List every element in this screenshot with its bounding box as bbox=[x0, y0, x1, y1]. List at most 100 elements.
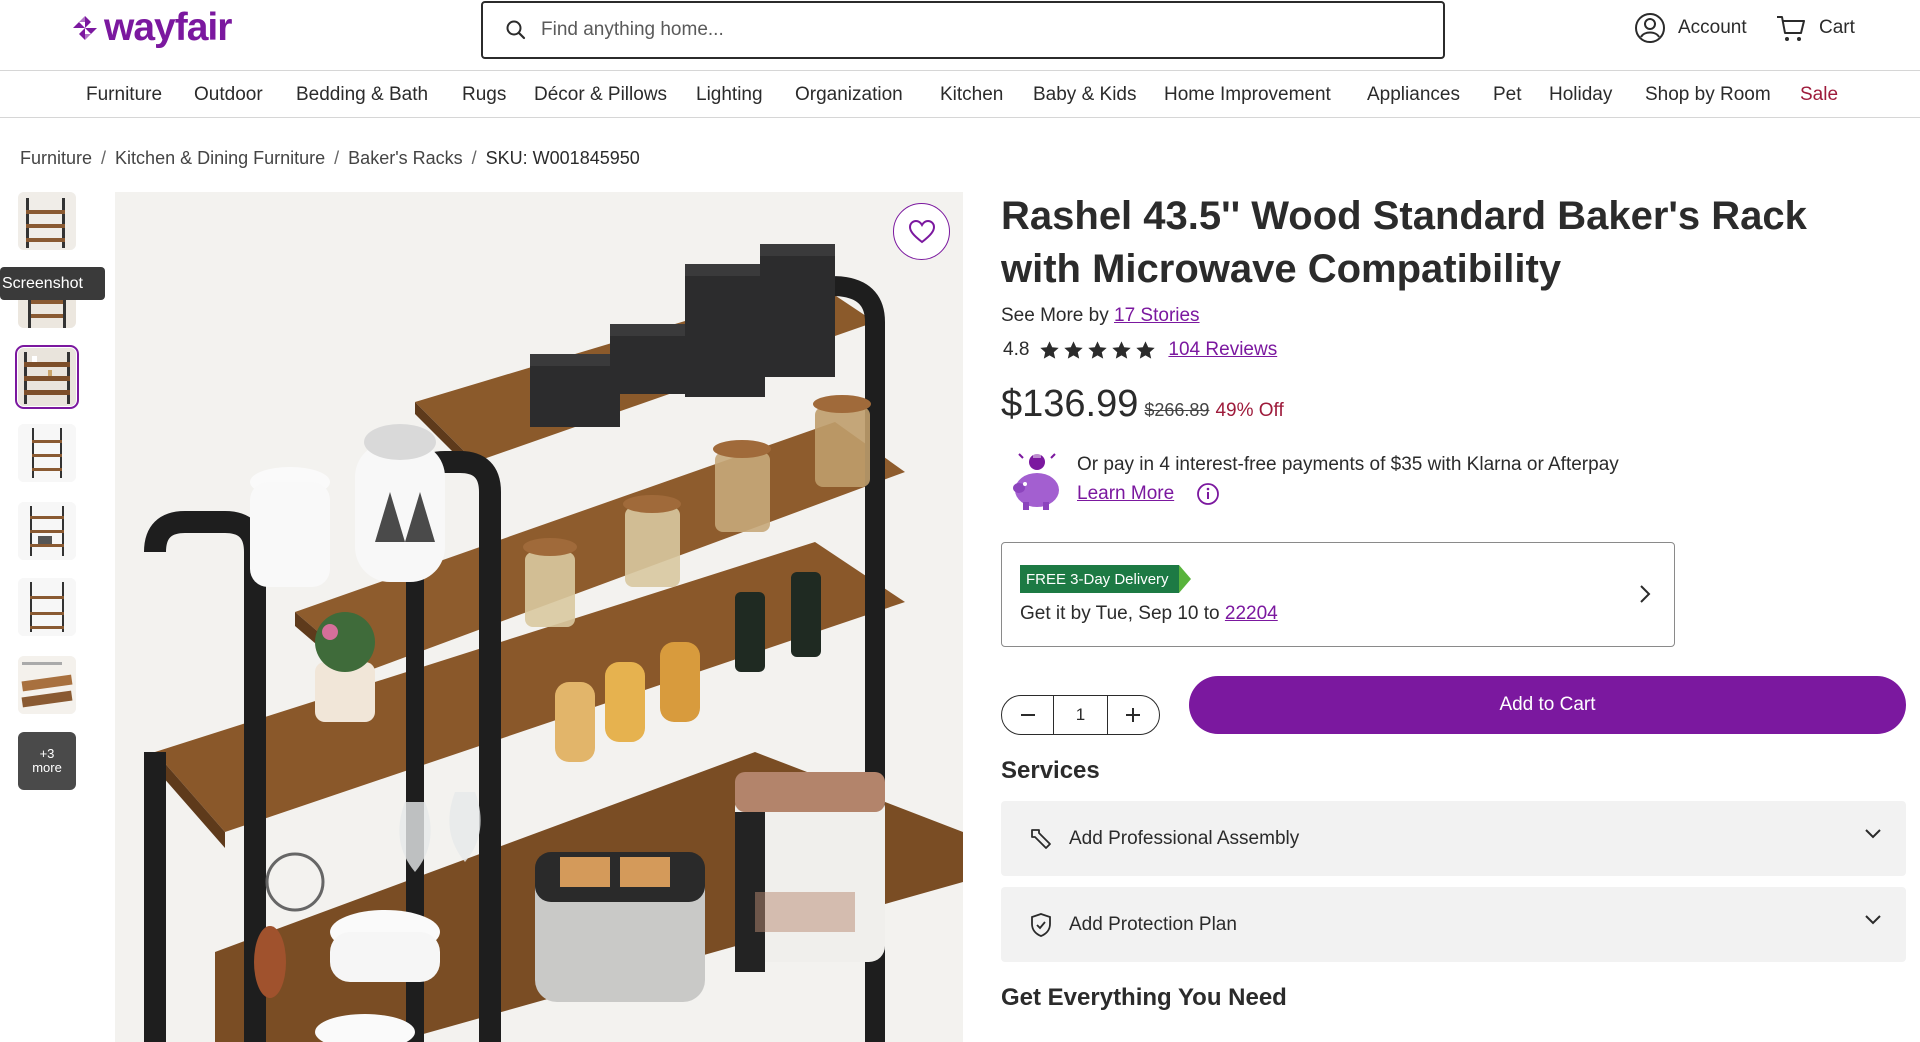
see-more-by: See More by 17 Stories bbox=[1001, 305, 1200, 327]
info-icon[interactable] bbox=[1196, 482, 1220, 506]
rack-thumbnail-image bbox=[18, 348, 76, 406]
breadcrumb-separator: / bbox=[101, 148, 107, 168]
zip-code-link[interactable]: 22204 bbox=[1225, 603, 1278, 624]
quantity-value[interactable]: 1 bbox=[1053, 696, 1108, 734]
rack-thumbnail-image bbox=[18, 192, 76, 250]
breadcrumb-bakers-racks[interactable]: Baker's Racks bbox=[348, 148, 462, 168]
gallery-thumbnail[interactable] bbox=[18, 502, 76, 560]
breadcrumb-sku: SKU: W001845950 bbox=[485, 148, 640, 168]
search-bar[interactable] bbox=[481, 1, 1445, 59]
services-heading: Services bbox=[1001, 757, 1100, 784]
add-to-cart-button[interactable]: Add to Cart bbox=[1189, 676, 1906, 734]
star-icon bbox=[1088, 340, 1108, 359]
nav-item-outdoor[interactable]: Outdoor bbox=[194, 84, 263, 106]
gallery-thumbnail[interactable] bbox=[18, 192, 76, 250]
minus-icon bbox=[1020, 714, 1035, 716]
breadcrumb: Furniture / Kitchen & Dining Furniture / Bak… bbox=[20, 148, 640, 169]
professional-assembly-option[interactable]: Add Professional Assembly bbox=[1001, 801, 1906, 876]
nav-item-appliances[interactable]: Appliances bbox=[1367, 84, 1460, 106]
price-row: $136.99 $266.89 49% Off bbox=[1001, 383, 1284, 426]
rating-value: 4.8 bbox=[1003, 339, 1030, 360]
logo-text: wayfair bbox=[104, 6, 232, 49]
delivery-date-text: Get it by Tue, Sep 10 to bbox=[1020, 603, 1220, 624]
cart-label: Cart bbox=[1819, 17, 1855, 38]
chevron-right-icon bbox=[1640, 585, 1651, 603]
delivery-box[interactable]: FREE 3-Day Delivery Get it by Tue, Sep 1… bbox=[1001, 542, 1675, 647]
rack-thumbnail-image bbox=[18, 424, 76, 482]
piggy-bank-icon bbox=[1013, 452, 1059, 510]
account-icon bbox=[1635, 13, 1665, 43]
nav-item-decor-pillows[interactable]: Décor & Pillows bbox=[534, 84, 667, 106]
star-rating bbox=[1039, 340, 1156, 361]
material-thumbnail-image bbox=[18, 656, 76, 714]
nav-item-pet[interactable]: Pet bbox=[1493, 84, 1522, 106]
decrease-quantity-button[interactable] bbox=[1002, 696, 1053, 734]
gallery-more-thumbnail[interactable]: +3 more bbox=[18, 732, 76, 790]
protection-plan-label: Add Protection Plan bbox=[1069, 913, 1237, 935]
star-icon bbox=[1040, 340, 1060, 359]
star-icon bbox=[1136, 340, 1156, 359]
plus-icon bbox=[1126, 708, 1141, 722]
heart-icon bbox=[908, 219, 935, 243]
nav-item-baby-kids[interactable]: Baby & Kids bbox=[1033, 84, 1137, 106]
nav-item-home-improvement[interactable]: Home Improvement bbox=[1164, 84, 1331, 106]
gallery-thumbnail-selected[interactable] bbox=[15, 345, 79, 409]
learn-more-link[interactable]: Learn More bbox=[1077, 479, 1174, 508]
sale-price: $136.99 bbox=[1001, 383, 1139, 425]
bakers-rack-photo bbox=[115, 192, 963, 1042]
gallery-thumbnail[interactable] bbox=[18, 578, 76, 636]
search-icon bbox=[506, 20, 526, 40]
delivery-estimate: Get it by Tue, Sep 10 to 22204 bbox=[1020, 603, 1278, 625]
product-title: Rashel 43.5'' Wood Standard Baker's Rack… bbox=[1001, 194, 1807, 291]
cart-icon bbox=[1777, 16, 1805, 41]
nav-item-bedding-bath[interactable]: Bedding & Bath bbox=[296, 84, 428, 106]
klarna-promo: Or pay in 4 interest-free payments of $3… bbox=[1011, 450, 1619, 512]
rating-row: 4.8 104 Reviews bbox=[1003, 339, 1277, 361]
rack-thumbnail-image bbox=[18, 578, 76, 636]
wrench-icon bbox=[1027, 825, 1055, 853]
assembly-label: Add Professional Assembly bbox=[1069, 827, 1300, 849]
breadcrumb-furniture[interactable]: Furniture bbox=[20, 148, 92, 168]
chevron-down-icon bbox=[1865, 829, 1881, 839]
logo-pinwheel-icon bbox=[70, 13, 100, 43]
breadcrumb-separator: / bbox=[334, 148, 340, 168]
nav-item-shop-by-room[interactable]: Shop by Room bbox=[1645, 84, 1771, 106]
breadcrumb-kitchen-dining[interactable]: Kitchen & Dining Furniture bbox=[115, 148, 325, 168]
nav-item-rugs[interactable]: Rugs bbox=[462, 84, 506, 106]
nav-item-sale[interactable]: Sale bbox=[1800, 84, 1838, 106]
account-button[interactable]: Account bbox=[1634, 12, 1747, 44]
gallery-thumbnail[interactable] bbox=[18, 424, 76, 482]
see-more-prefix: See More by bbox=[1001, 305, 1109, 326]
reviews-link[interactable]: 104 Reviews bbox=[1168, 339, 1277, 361]
site-header: wayfair Account Cart bbox=[0, 0, 1920, 71]
increase-quantity-button[interactable] bbox=[1108, 696, 1159, 734]
account-label: Account bbox=[1678, 17, 1747, 38]
get-everything-heading: Get Everything You Need bbox=[1001, 984, 1287, 1011]
wayfair-logo[interactable]: wayfair bbox=[70, 6, 232, 50]
screenshot-tooltip: Screenshot bbox=[0, 267, 105, 300]
more-count: +3 bbox=[39, 746, 55, 761]
rack-thumbnail-image bbox=[18, 502, 76, 560]
search-input[interactable] bbox=[541, 19, 1401, 41]
nav-item-holiday[interactable]: Holiday bbox=[1549, 84, 1612, 106]
original-price: $266.89 bbox=[1144, 400, 1210, 420]
cart-button[interactable]: Cart bbox=[1775, 12, 1855, 44]
category-nav: Furniture Outdoor Bedding & Bath Rugs Dé… bbox=[0, 72, 1920, 118]
nav-item-kitchen[interactable]: Kitchen bbox=[940, 84, 1003, 106]
quantity-stepper: 1 bbox=[1001, 695, 1160, 735]
breadcrumb-separator: / bbox=[471, 148, 477, 168]
chevron-down-icon bbox=[1865, 915, 1881, 925]
nav-item-furniture[interactable]: Furniture bbox=[86, 84, 162, 106]
free-delivery-badge: FREE 3-Day Delivery bbox=[1020, 565, 1191, 593]
nav-item-organization[interactable]: Organization bbox=[795, 84, 903, 106]
main-product-image[interactable] bbox=[115, 192, 963, 1042]
klarna-text: Or pay in 4 interest-free payments of $3… bbox=[1077, 454, 1619, 475]
protection-plan-option[interactable]: Add Protection Plan bbox=[1001, 887, 1906, 962]
discount-label: 49% Off bbox=[1215, 400, 1284, 421]
star-icon bbox=[1064, 340, 1084, 359]
favorite-button[interactable] bbox=[893, 203, 950, 260]
brand-link[interactable]: 17 Stories bbox=[1114, 305, 1200, 326]
gallery-thumbnail[interactable] bbox=[18, 656, 76, 714]
shield-check-icon bbox=[1027, 911, 1055, 939]
nav-item-lighting[interactable]: Lighting bbox=[696, 84, 763, 106]
